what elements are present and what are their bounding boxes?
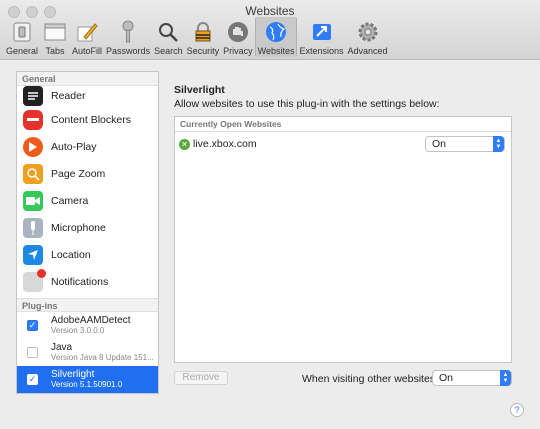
auto-play-icon (23, 136, 43, 157)
toolbar-security[interactable]: Security (185, 17, 222, 57)
chevron-up-down-icon: ▲ ▼ (500, 370, 511, 386)
toolbar-general[interactable]: General (4, 17, 40, 57)
site-row[interactable]: ✕ live.xbox.com On ▲ ▼ (175, 132, 511, 156)
other-websites-label: When visiting other websites: (302, 373, 438, 385)
plugin-item-silverlight[interactable]: ✓ Silverlight Version 5.1.50901.0 (17, 366, 158, 393)
title-bar: Websites General Tabs AutoFill Passwords… (0, 0, 540, 60)
other-websites-popup[interactable]: On ▲ ▼ (432, 370, 512, 386)
site-setting-popup[interactable]: On ▲ ▼ (425, 136, 505, 152)
websites-sidebar: General Reader Content Blockers Auto-Pla… (16, 71, 159, 394)
safari-preferences-window: Websites General Tabs AutoFill Passwords… (0, 0, 540, 429)
globe-icon (263, 19, 289, 45)
privacy-hand-icon (225, 19, 251, 45)
xbox-icon: ✕ (179, 138, 190, 150)
toolbar-search[interactable]: Search (152, 17, 185, 57)
key-icon (115, 19, 141, 45)
sidebar-item-auto-play[interactable]: Auto-Play (17, 133, 158, 160)
plugin-item-adobeaamdetect[interactable]: ✓ AdobeAAMDetect Version 3.0.0.0 (17, 312, 158, 339)
content-blockers-icon (23, 109, 43, 130)
general-section-header: General (17, 72, 158, 86)
search-icon (155, 19, 181, 45)
sidebar-item-notifications[interactable]: Notifications (17, 268, 158, 295)
remove-button[interactable]: Remove (174, 371, 228, 385)
microphone-icon (23, 217, 43, 238)
security-lock-icon (190, 19, 216, 45)
toolbar-websites[interactable]: Websites (254, 17, 298, 57)
preferences-toolbar: General Tabs AutoFill Passwords Search S… (4, 17, 390, 57)
gear-icon (355, 19, 381, 45)
plugin-detail-title: Silverlight (174, 84, 225, 96)
page-zoom-icon (23, 163, 43, 184)
window-title: Websites (245, 4, 295, 18)
open-websites-header: Currently Open Websites (175, 117, 511, 132)
toolbar-autofill[interactable]: AutoFill (70, 17, 104, 57)
toolbar-passwords[interactable]: Passwords (104, 17, 152, 57)
sidebar-item-page-zoom[interactable]: Page Zoom (17, 160, 158, 187)
help-button[interactable]: ? (510, 403, 524, 417)
notifications-icon (23, 268, 46, 292)
sidebar-item-microphone[interactable]: Microphone (17, 214, 158, 241)
plugin-item-java[interactable]: Java Version Java 8 Update 151... (17, 339, 158, 366)
toolbar-advanced[interactable]: Advanced (346, 17, 390, 57)
sidebar-item-reader[interactable]: Reader (17, 86, 158, 106)
plugin-enabled-checkbox[interactable] (27, 347, 38, 358)
general-switch-icon (9, 19, 35, 45)
sidebar-item-camera[interactable]: Camera (17, 187, 158, 214)
autofill-pencil-icon (74, 19, 100, 45)
toolbar-extensions[interactable]: Extensions (297, 17, 345, 57)
toolbar-tabs[interactable]: Tabs (40, 17, 70, 57)
location-icon (23, 244, 43, 265)
plugin-enabled-checkbox[interactable]: ✓ (27, 374, 38, 385)
toolbar-privacy[interactable]: Privacy (221, 17, 255, 57)
camera-icon (23, 190, 43, 211)
chevron-up-down-icon: ▲ ▼ (493, 136, 504, 152)
sidebar-item-content-blockers[interactable]: Content Blockers (17, 106, 158, 133)
extensions-puzzle-icon (309, 19, 335, 45)
open-websites-table: Currently Open Websites ✕ live.xbox.com … (174, 116, 512, 363)
tabs-icon (42, 19, 68, 45)
plugin-enabled-checkbox[interactable]: ✓ (27, 320, 38, 331)
reader-icon (23, 86, 43, 106)
plugin-detail-subtitle: Allow websites to use this plug-in with … (174, 98, 440, 110)
site-host: live.xbox.com (193, 138, 257, 150)
plugins-section-header: Plug-ins (17, 298, 158, 312)
sidebar-item-location[interactable]: Location (17, 241, 158, 268)
